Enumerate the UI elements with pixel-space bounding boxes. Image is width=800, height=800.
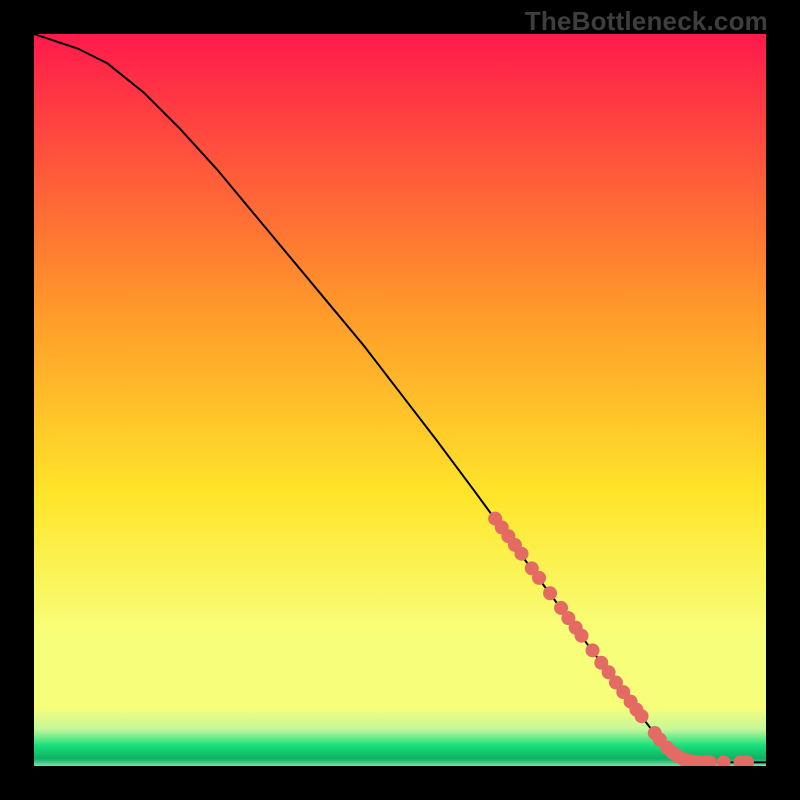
gradient-background xyxy=(34,34,766,766)
data-marker xyxy=(532,571,546,585)
chart-frame: TheBottleneck.com xyxy=(0,0,800,800)
data-marker xyxy=(586,643,600,657)
data-marker xyxy=(575,629,589,643)
chart-svg xyxy=(34,34,766,766)
watermark-text: TheBottleneck.com xyxy=(525,6,768,37)
data-marker xyxy=(635,709,649,723)
data-marker xyxy=(543,586,557,600)
plot-area xyxy=(34,34,766,766)
data-marker xyxy=(515,547,529,561)
